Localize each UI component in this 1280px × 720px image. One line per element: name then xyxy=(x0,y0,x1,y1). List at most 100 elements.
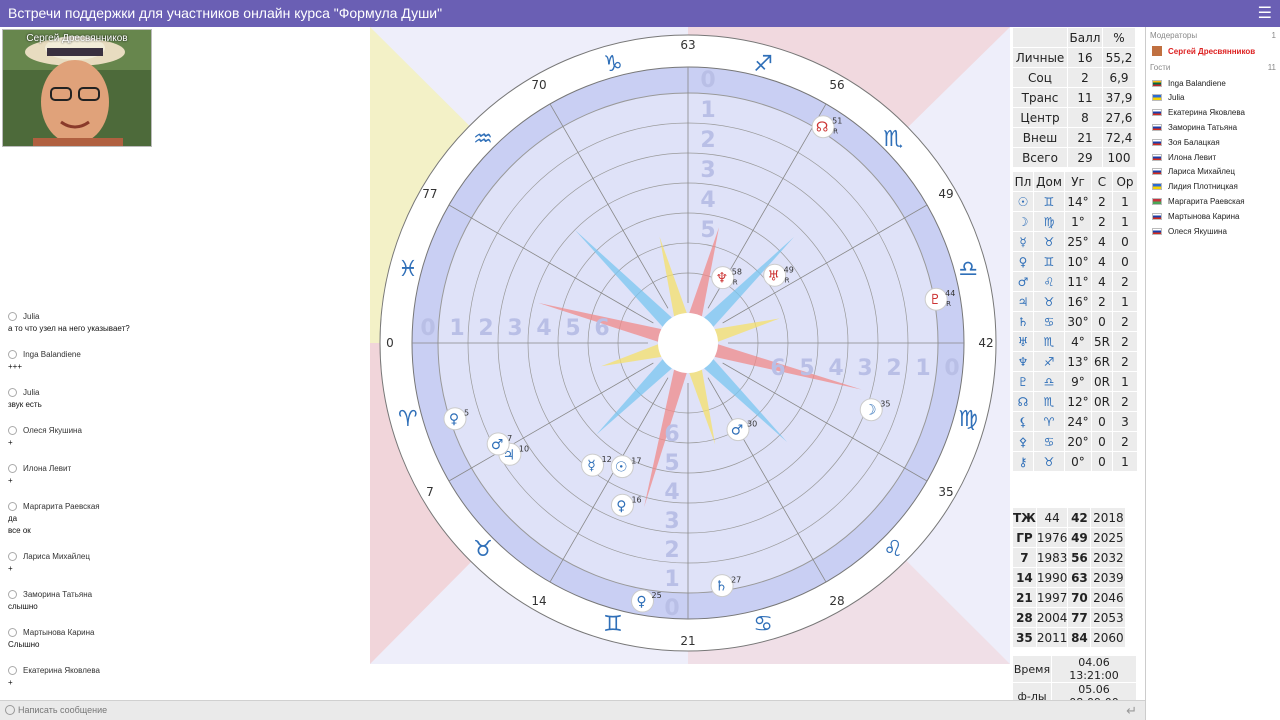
planet-degree: 17 xyxy=(631,457,641,466)
table-cell: 2060 xyxy=(1091,628,1126,647)
guest-item[interactable]: Маргарита Раевская xyxy=(1146,194,1280,209)
table-cell: 14° xyxy=(1065,192,1091,211)
message-author: Лариса Михайлец xyxy=(8,549,358,563)
planet-glyph: ♆ xyxy=(715,271,728,287)
planet-glyph: ♂ xyxy=(731,423,744,439)
message-input[interactable]: Написать сообщение xyxy=(18,705,107,715)
ring-tick-label: 14 xyxy=(531,594,546,608)
table-cell: 2 xyxy=(1113,352,1137,371)
table-cell: 37,9 xyxy=(1103,88,1135,107)
planet-degree: 30 xyxy=(747,420,757,429)
table-cell: 1976 xyxy=(1036,528,1068,547)
author-name: Заморина Татьяна xyxy=(23,589,93,599)
window-title: Встречи поддержки для участников онлайн … xyxy=(8,5,443,21)
guest-item[interactable]: Олеся Якушина xyxy=(1146,224,1280,239)
author-name: Лариса Михайлец xyxy=(23,551,90,561)
message-text: + xyxy=(8,678,13,687)
table-cell: ♈ xyxy=(1034,412,1064,431)
guest-name: Inga Balandiene xyxy=(1168,78,1226,88)
guest-item[interactable]: Зоя Балацкая xyxy=(1146,135,1280,150)
table-row: 14 1990 63 2039 xyxy=(1013,568,1126,587)
table-cell: ☿ xyxy=(1013,232,1033,251)
message-text: + xyxy=(8,438,13,447)
table-cell: ♊ xyxy=(1034,252,1064,271)
flag-icon xyxy=(1152,138,1162,146)
table-row: ⚸ ♈ 24° 0 3 xyxy=(1013,412,1137,431)
guest-item[interactable]: Мартынова Карина xyxy=(1146,209,1280,224)
guest-name: Маргарита Раевская xyxy=(1168,197,1245,207)
table-cell: 2 xyxy=(1068,68,1102,87)
table-cell: 25° xyxy=(1065,232,1091,251)
table-cell: ☽ xyxy=(1013,212,1033,231)
smile-icon[interactable] xyxy=(5,705,15,715)
guest-item[interactable]: Лидия Плотницкая xyxy=(1146,179,1280,194)
table-cell: 1 xyxy=(1113,192,1137,211)
zodiac-sign-glyph: ♒ xyxy=(473,127,493,152)
table-row: Личные 16 55,2 xyxy=(1013,48,1135,67)
guests-list: Inga Balandiene Julia Екатерина Яковлева За… xyxy=(1146,76,1280,239)
column-header xyxy=(1013,28,1067,47)
planet-glyph: ☿ xyxy=(587,458,596,474)
video-stream[interactable]: Сергей Дресвянников xyxy=(2,29,152,147)
table-cell: 14 xyxy=(1013,568,1036,587)
moderator-item[interactable]: Сергей Дресвянников xyxy=(1146,44,1280,59)
ring-tick-label: 42 xyxy=(978,336,993,350)
table-cell: ♏ xyxy=(1034,392,1064,411)
guest-item[interactable]: Илона Левит xyxy=(1146,150,1280,165)
guest-item[interactable]: Екатерина Яковлева xyxy=(1146,105,1280,120)
house-scale-bottom: 1 xyxy=(664,567,679,592)
planet-glyph: ♇ xyxy=(929,292,942,308)
chat-message: Julia а то что узел на него указывает? xyxy=(8,309,358,347)
zodiac-sign-glyph: ♐ xyxy=(753,52,773,77)
table-cell: 2046 xyxy=(1091,588,1126,607)
house-scale-right: 1 xyxy=(915,356,930,381)
house-scale-bottom: 0 xyxy=(664,596,679,621)
table-cell: Всего xyxy=(1013,148,1067,167)
guest-item[interactable]: Inga Balandiene xyxy=(1146,76,1280,91)
table-cell: 49 xyxy=(1068,528,1091,547)
table-cell: 1983 xyxy=(1036,548,1068,567)
table-row: ☽ ♍ 1° 2 1 xyxy=(1013,212,1137,231)
table-cell: 42 xyxy=(1068,508,1091,527)
table-cell: ☉ xyxy=(1013,192,1033,211)
message-author: Маргарита Раевская xyxy=(8,499,358,513)
table-cell: 04.06 13:21:00 xyxy=(1052,656,1136,682)
zodiac-sign-glyph: ♉ xyxy=(473,537,493,562)
house-scale-bottom: 4 xyxy=(664,480,679,505)
zodiac-sign-glyph: ♈ xyxy=(398,407,418,432)
flag-icon xyxy=(1152,109,1162,117)
table-cell: 21 xyxy=(1068,128,1102,147)
chart-center xyxy=(658,313,718,373)
chat-list: Julia а то что узел на него указывает? Ing… xyxy=(8,309,358,701)
guest-item[interactable]: Заморина Татьяна xyxy=(1146,120,1280,135)
table-cell: 1 xyxy=(1113,452,1137,471)
chat-message: Екатерина Яковлева + xyxy=(8,663,358,701)
guest-name: Илона Левит xyxy=(1168,152,1217,162)
user-icon xyxy=(8,387,17,397)
avatar xyxy=(1152,46,1162,57)
table-cell: 2 xyxy=(1113,272,1137,291)
ring-tick-label: 70 xyxy=(531,78,546,92)
guest-item[interactable]: Лариса Михайлец xyxy=(1146,165,1280,180)
table-cell: 35 xyxy=(1013,628,1036,647)
table-cell: 0 xyxy=(1092,312,1112,331)
table-cell: 1 xyxy=(1113,372,1137,391)
table-cell: 24° xyxy=(1065,412,1091,431)
guest-name: Лидия Плотницкая xyxy=(1168,182,1238,192)
participants-panel: Модераторы 1 Сергей Дресвянников Гости 1… xyxy=(1145,27,1280,720)
table-cell: ♇ xyxy=(1013,372,1033,391)
ring-tick-label: 49 xyxy=(938,187,953,201)
message-text: все ок xyxy=(8,526,31,535)
guest-item[interactable]: Julia xyxy=(1146,91,1280,106)
moderators-header: Модераторы 1 xyxy=(1150,31,1276,40)
column-header: Пл xyxy=(1013,172,1033,191)
table-row: Центр 8 27,6 xyxy=(1013,108,1135,127)
flag-icon xyxy=(1152,124,1162,132)
table-cell: ♂ xyxy=(1013,272,1033,291)
hamburger-icon[interactable]: ☰ xyxy=(1258,3,1272,23)
house-scale-bottom: 3 xyxy=(664,509,679,534)
table-cell: 72,4 xyxy=(1103,128,1135,147)
send-icon[interactable]: ↵ xyxy=(1126,703,1137,719)
planet-degree: 10 xyxy=(519,444,529,453)
table-cell: 9° xyxy=(1065,372,1091,391)
